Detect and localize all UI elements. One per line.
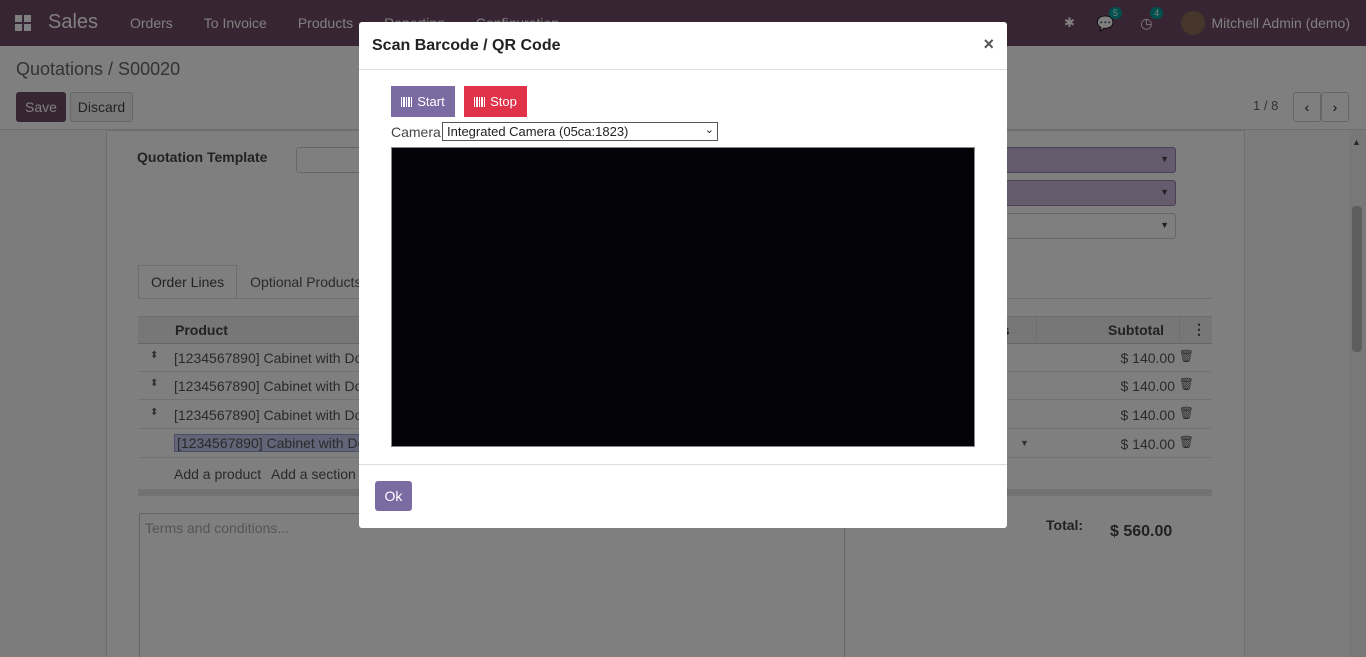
- camera-video-preview: [391, 147, 975, 447]
- stop-label: Stop: [490, 94, 517, 109]
- start-label: Start: [417, 94, 445, 109]
- barcode-icon: [401, 96, 414, 107]
- dialog-header-divider: [359, 69, 1007, 70]
- camera-label: Camera: [391, 124, 441, 140]
- scan-barcode-dialog: Scan Barcode / QR Code × Start Stop Came…: [359, 22, 1007, 528]
- ok-button[interactable]: Ok: [375, 481, 412, 511]
- camera-selected-value: Integrated Camera (05ca:1823): [447, 124, 629, 139]
- stop-button[interactable]: Stop: [464, 86, 527, 117]
- chevron-down-icon: ⌄: [704, 124, 714, 136]
- start-button[interactable]: Start: [391, 86, 455, 117]
- camera-select[interactable]: Integrated Camera (05ca:1823) ⌄: [442, 122, 718, 141]
- dialog-footer-divider: [359, 464, 1007, 465]
- barcode-icon: [474, 96, 487, 107]
- close-icon[interactable]: ×: [983, 34, 994, 55]
- dialog-title: Scan Barcode / QR Code: [372, 37, 561, 54]
